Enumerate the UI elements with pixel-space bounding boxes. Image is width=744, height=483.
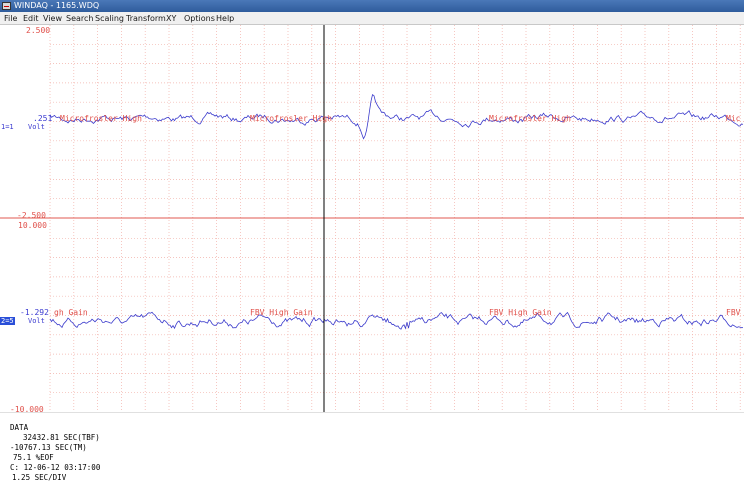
- ch2-annotation: FBV High Gain: [489, 308, 552, 317]
- ch1-annotation: Microfrosler High: [60, 114, 142, 123]
- ch2-channel-id[interactable]: 2=5: [0, 317, 15, 325]
- title-bar: WINDAQ - 1165.WDQ: [0, 0, 744, 12]
- channel-1-trace: [49, 94, 744, 140]
- menu-options[interactable]: Options: [184, 12, 215, 25]
- status-time-marker: -10767.13 SEC(TM): [10, 443, 87, 452]
- ch2-annotation: FBV High Gain: [250, 308, 313, 317]
- menu-edit[interactable]: Edit: [23, 12, 39, 25]
- window-title: WINDAQ - 1165.WDQ: [14, 1, 100, 10]
- ch1-annotation: Microfrosler High: [250, 114, 332, 123]
- menu-file[interactable]: File: [4, 12, 17, 25]
- menu-search[interactable]: Search: [66, 12, 93, 25]
- menu-help[interactable]: Help: [216, 12, 234, 25]
- channel-2-trace: [49, 311, 744, 330]
- ch2-cursor-value: -1.292: [20, 308, 49, 317]
- menu-xy[interactable]: XY: [166, 12, 176, 25]
- waveform-display[interactable]: 2.500 .251 1=1 Volt -2.500 Microfrosler …: [0, 25, 744, 414]
- ch2-top-scale: 10.000: [18, 221, 47, 230]
- menu-bar: File Edit View Search Scaling Transform …: [0, 12, 744, 25]
- ch1-bottom-scale: -2.500: [17, 211, 46, 220]
- menu-transform[interactable]: Transform: [126, 12, 166, 25]
- ch1-unit: Volt: [28, 123, 45, 131]
- waveform-canvas[interactable]: [0, 25, 744, 412]
- status-time-per-div: 1.25 SEC/DIV: [12, 473, 67, 482]
- ch1-annotation: Mic: [726, 114, 741, 123]
- ch1-annotation: Microfrosler High: [489, 114, 571, 123]
- ch1-top-scale: 2.500: [26, 26, 51, 35]
- status-bar: DATA 32432.81 SEC(TBF) -10767.13 SEC(TM)…: [0, 412, 744, 482]
- ch2-annotation: gh Gain: [54, 308, 88, 317]
- status-time-before: 32432.81 SEC(TBF): [23, 433, 100, 442]
- ch1-cursor-value: .251: [33, 114, 53, 123]
- status-mode: DATA: [10, 423, 29, 432]
- windaq-app-icon[interactable]: [2, 2, 11, 10]
- menu-view[interactable]: View: [43, 12, 62, 25]
- ch1-channel-id[interactable]: 1=1: [1, 123, 14, 131]
- ch2-annotation: FBV: [726, 308, 741, 317]
- menu-scaling[interactable]: Scaling: [95, 12, 124, 25]
- status-eof: 75.1 %EOF: [13, 453, 54, 462]
- status-channel-datetime: C: 12-06-12 03:17:00: [10, 463, 101, 472]
- ch2-unit: Volt: [28, 317, 45, 325]
